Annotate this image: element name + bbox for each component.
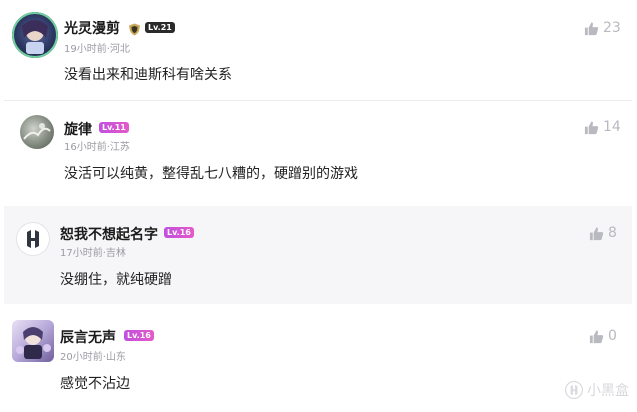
comment-item: 辰言无声 Lv.16 20小时前·山东 感觉不沾边 0 [4, 308, 632, 412]
avatar[interactable] [12, 12, 58, 58]
thumbs-up-icon [584, 21, 599, 35]
username[interactable]: 旋律 [64, 119, 92, 139]
like-count: 14 [603, 119, 621, 135]
thumbs-up-icon [589, 226, 604, 240]
username[interactable]: 光灵漫剪 [64, 18, 120, 38]
comment-text: 感觉不沾边 [60, 376, 130, 392]
level-badge: Lv.11 [99, 122, 129, 133]
level-badge: Lv.16 [124, 330, 154, 341]
watermark: 小黑盒 [565, 380, 629, 400]
comment-text: 没看出来和迪斯科有啥关系 [64, 67, 232, 83]
username[interactable]: 恕我不想起名字 [60, 224, 158, 244]
like-button[interactable]: 0 [589, 328, 617, 344]
level-badge: Lv.21 [145, 22, 175, 33]
thumbs-up-icon [589, 329, 604, 343]
like-button[interactable]: 23 [584, 20, 621, 36]
level-badge: Lv.16 [164, 227, 194, 238]
like-count: 8 [608, 225, 617, 241]
shield-icon [128, 21, 141, 40]
comment-text: 没活可以纯黄，整得乱七八糟的，硬蹭别的游戏 [64, 166, 358, 182]
avatar[interactable] [16, 222, 50, 256]
watermark-text: 小黑盒 [587, 383, 629, 399]
avatar[interactable] [12, 320, 54, 362]
comment-meta: 20小时前·山东 [60, 352, 126, 363]
comment-meta: 19小时前·河北 [64, 44, 130, 55]
comment-item: 旋律 Lv.11 16小时前·江苏 没活可以纯黄，整得乱七八糟的，硬蹭别的游戏 … [4, 101, 632, 202]
heybox-logo-icon [27, 230, 39, 248]
comment-meta: 17小时前·吉林 [60, 248, 126, 259]
like-button[interactable]: 8 [589, 225, 617, 241]
username[interactable]: 辰言无声 [60, 327, 116, 347]
like-button[interactable]: 14 [584, 119, 621, 135]
like-count: 0 [608, 328, 617, 344]
thumbs-up-icon [584, 120, 599, 134]
comment-item: 恕我不想起名字 Lv.16 17小时前·吉林 没绷住，就纯硬蹭 8 [4, 206, 632, 304]
like-count: 23 [603, 20, 621, 36]
avatar[interactable] [20, 115, 54, 149]
heybox-logo-icon [565, 381, 583, 399]
comment-meta: 16小时前·江苏 [64, 142, 130, 153]
comment-text: 没绷住，就纯硬蹭 [60, 272, 172, 288]
comment-item: 光灵漫剪 Lv.21 19小时前·河北 没看出来和迪斯科有啥关系 23 [4, 0, 632, 100]
